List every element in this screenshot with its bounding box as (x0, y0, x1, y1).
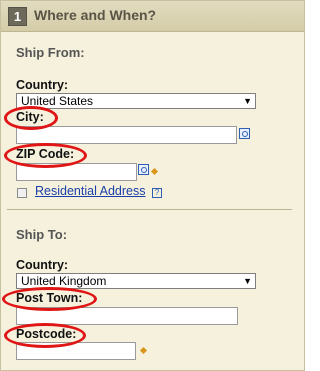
panel-title: Where and When? (34, 7, 157, 23)
ship-from-country-select[interactable]: United States ▼ (16, 93, 256, 109)
required-diamond-icon (139, 346, 148, 355)
city-lookup-icon[interactable] (239, 128, 250, 139)
residential-address-link[interactable]: Residential Address (35, 184, 145, 198)
chevron-down-icon: ▼ (243, 276, 252, 286)
section-divider (7, 209, 292, 210)
ship-to-country-value: United Kingdom (21, 274, 107, 288)
step-number-badge: 1 (8, 7, 27, 26)
post-town-highlight-oval (2, 287, 97, 311)
ship-from-title: Ship From: (16, 45, 85, 60)
chevron-down-icon: ▼ (243, 96, 252, 106)
help-icon[interactable]: ? (152, 188, 162, 198)
panel-header: 1 Where and When? (1, 1, 304, 32)
city-input[interactable] (16, 126, 237, 144)
ship-to-title: Ship To: (16, 227, 68, 242)
city-highlight-oval (4, 106, 58, 130)
postcode-highlight-oval (4, 323, 86, 348)
ship-to-country-label: Country: (16, 258, 69, 272)
zip-highlight-oval (4, 143, 87, 168)
required-diamond-icon (150, 167, 159, 176)
residential-address-checkbox[interactable] (17, 188, 27, 198)
ship-from-country-label: Country: (16, 78, 69, 92)
zip-lookup-icon[interactable] (138, 164, 149, 175)
where-and-when-panel: 1 Where and When? Ship From: Country: Un… (0, 0, 305, 371)
